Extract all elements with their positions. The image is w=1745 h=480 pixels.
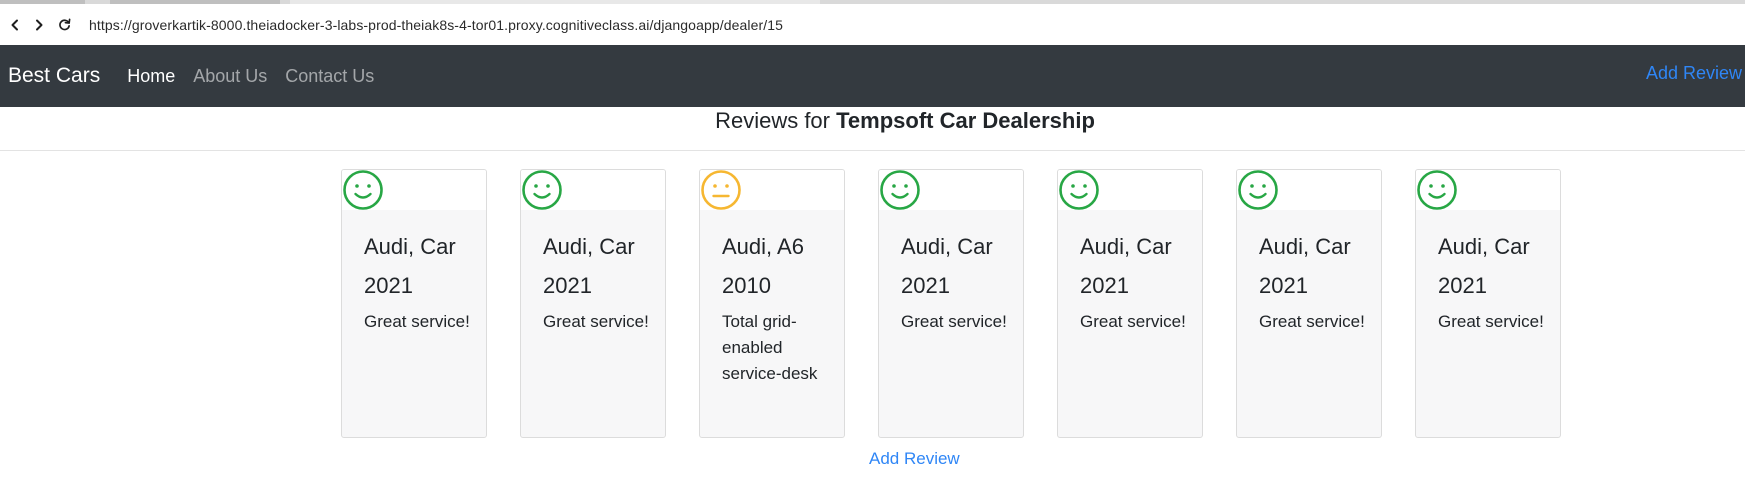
chevron-right-icon bbox=[36, 19, 43, 30]
review-text: Great service! bbox=[1438, 312, 1544, 331]
review-card: Audi, Car 2021 Great service! bbox=[341, 169, 487, 438]
review-text: Total grid-enabled service-desk bbox=[722, 312, 818, 383]
forward-button[interactable] bbox=[28, 14, 50, 36]
navbar-brand[interactable]: Best Cars bbox=[8, 64, 100, 88]
smile-icon bbox=[1238, 170, 1278, 210]
page-title: Reviews for Tempsoft Car Dealership bbox=[0, 107, 1745, 151]
smile-icon bbox=[1417, 170, 1457, 210]
address-bar: https://groverkartik-8000.theiadocker-3-… bbox=[0, 4, 1745, 45]
review-title: Audi, Car 2021 bbox=[1438, 234, 1530, 298]
review-card-list: Audi, Car 2021 Great service! Audi, Car … bbox=[341, 169, 1561, 438]
back-button[interactable] bbox=[4, 14, 26, 36]
nav-link-contact-us[interactable]: Contact Us bbox=[285, 66, 374, 87]
review-title: Audi, A6 2010 bbox=[722, 234, 804, 298]
review-card: Audi, A6 2010 Total grid-enabled service… bbox=[699, 169, 845, 438]
nav-link-home[interactable]: Home bbox=[127, 66, 175, 87]
navbar: Best Cars Home About Us Contact Us Add R… bbox=[0, 45, 1745, 107]
url-field[interactable]: https://groverkartik-8000.theiadocker-3-… bbox=[89, 17, 783, 33]
chevron-left-icon bbox=[11, 19, 18, 30]
review-title: Audi, Car 2021 bbox=[1259, 234, 1351, 298]
review-text: Great service! bbox=[364, 312, 470, 331]
smile-icon bbox=[522, 170, 562, 210]
review-title: Audi, Car 2021 bbox=[543, 234, 635, 298]
page-title-prefix: Reviews for bbox=[715, 108, 837, 133]
neutral-face-icon bbox=[701, 170, 741, 210]
dealer-name: Tempsoft Car Dealership bbox=[836, 108, 1095, 133]
smile-icon bbox=[1059, 170, 1099, 210]
review-text: Great service! bbox=[543, 312, 649, 331]
review-card: Audi, Car 2021 Great service! bbox=[1236, 169, 1382, 438]
review-text: Great service! bbox=[901, 312, 1007, 331]
add-review-link[interactable]: Add Review bbox=[869, 449, 960, 469]
review-text: Great service! bbox=[1259, 312, 1365, 331]
review-card: Audi, Car 2021 Great service! bbox=[1415, 169, 1561, 438]
review-card: Audi, Car 2021 Great service! bbox=[1057, 169, 1203, 438]
review-card: Audi, Car 2021 Great service! bbox=[520, 169, 666, 438]
reload-button[interactable] bbox=[53, 14, 75, 36]
navbar-add-review-link[interactable]: Add Review bbox=[1646, 63, 1742, 84]
nav-links: Home About Us Contact Us bbox=[127, 66, 392, 87]
review-title: Audi, Car 2021 bbox=[1080, 234, 1172, 298]
review-text: Great service! bbox=[1080, 312, 1186, 331]
nav-link-about-us[interactable]: About Us bbox=[193, 66, 267, 87]
review-title: Audi, Car 2021 bbox=[364, 234, 456, 298]
smile-icon bbox=[880, 170, 920, 210]
reload-icon bbox=[58, 18, 70, 31]
smile-icon bbox=[343, 170, 383, 210]
review-title: Audi, Car 2021 bbox=[901, 234, 993, 298]
review-card: Audi, Car 2021 Great service! bbox=[878, 169, 1024, 438]
